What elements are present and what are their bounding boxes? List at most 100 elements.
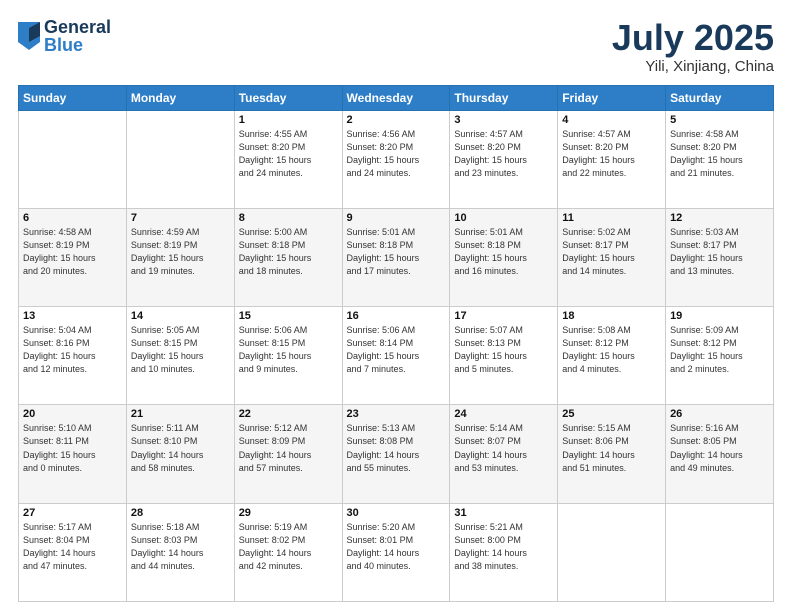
day-content: Sunrise: 5:21 AM Sunset: 8:00 PM Dayligh… <box>454 521 553 573</box>
logo-general: General <box>44 18 111 36</box>
weekday-header-row: SundayMondayTuesdayWednesdayThursdayFrid… <box>19 85 774 110</box>
day-content: Sunrise: 5:01 AM Sunset: 8:18 PM Dayligh… <box>347 226 446 278</box>
calendar-cell: 20 Sunrise: 5:10 AM Sunset: 8:11 PM Dayli… <box>19 405 127 503</box>
calendar-cell: 28Sunrise: 5:18 AM Sunset: 8:03 PM Dayli… <box>126 503 234 601</box>
calendar-cell: 19 Sunrise: 5:09 AM Sunset: 8:12 PM Dayli… <box>666 307 774 405</box>
day-content: Sunrise: 5:20 AM Sunset: 8:01 PM Dayligh… <box>347 521 446 573</box>
calendar-cell <box>558 503 666 601</box>
calendar-cell: 4 Sunrise: 4:57 AM Sunset: 8:20 PM Daylig… <box>558 110 666 208</box>
day-content: Sunrise: 5:02 AM Sunset: 8:17 PM Dayligh… <box>562 226 661 278</box>
day-content: Sunrise: 4:57 AM Sunset: 8:20 PM Dayligh… <box>454 128 553 180</box>
day-number: 16 <box>347 310 446 322</box>
day-content: Sunrise: 5:13 AM Sunset: 8:08 PM Dayligh… <box>347 422 446 474</box>
day-number: 24 <box>454 408 553 420</box>
day-number: 12 <box>670 212 769 224</box>
day-content: Sunrise: 5:07 AM Sunset: 8:13 PM Dayligh… <box>454 324 553 376</box>
day-number: 7 <box>131 212 230 224</box>
calendar-cell: 6Sunrise: 4:58 AM Sunset: 8:19 PM Daylig… <box>19 208 127 306</box>
calendar-cell: 13 Sunrise: 5:04 AM Sunset: 8:16 PM Dayli… <box>19 307 127 405</box>
calendar-cell: 24Sunrise: 5:14 AM Sunset: 8:07 PM Dayli… <box>450 405 558 503</box>
calendar-cell <box>666 503 774 601</box>
page: General Blue July 2025 Yili, Xinjiang, C… <box>0 0 792 612</box>
title-month: July 2025 <box>612 18 774 58</box>
day-content: Sunrise: 4:58 AM Sunset: 8:20 PM Dayligh… <box>670 128 769 180</box>
calendar-cell: 9 Sunrise: 5:01 AM Sunset: 8:18 PM Daylig… <box>342 208 450 306</box>
title-location: Yili, Xinjiang, China <box>612 58 774 75</box>
calendar-cell: 25Sunrise: 5:15 AM Sunset: 8:06 PM Dayli… <box>558 405 666 503</box>
day-content: Sunrise: 5:17 AM Sunset: 8:04 PM Dayligh… <box>23 521 122 573</box>
day-content: Sunrise: 5:09 AM Sunset: 8:12 PM Dayligh… <box>670 324 769 376</box>
calendar-cell: 11 Sunrise: 5:02 AM Sunset: 8:17 PM Dayli… <box>558 208 666 306</box>
calendar-cell: 16Sunrise: 5:06 AM Sunset: 8:14 PM Dayli… <box>342 307 450 405</box>
calendar-cell: 26 Sunrise: 5:16 AM Sunset: 8:05 PM Dayli… <box>666 405 774 503</box>
calendar-cell: 30 Sunrise: 5:20 AM Sunset: 8:01 PM Dayli… <box>342 503 450 601</box>
logo-blue: Blue <box>44 36 111 54</box>
day-content: Sunrise: 5:16 AM Sunset: 8:05 PM Dayligh… <box>670 422 769 474</box>
logo: General Blue <box>18 18 111 54</box>
calendar-cell <box>19 110 127 208</box>
calendar-cell: 12 Sunrise: 5:03 AM Sunset: 8:17 PM Dayli… <box>666 208 774 306</box>
day-number: 21 <box>131 408 230 420</box>
day-content: Sunrise: 5:11 AM Sunset: 8:10 PM Dayligh… <box>131 422 230 474</box>
calendar-cell: 21 Sunrise: 5:11 AM Sunset: 8:10 PM Dayli… <box>126 405 234 503</box>
calendar-cell: 7Sunrise: 4:59 AM Sunset: 8:19 PM Daylig… <box>126 208 234 306</box>
weekday-header-wednesday: Wednesday <box>342 85 450 110</box>
calendar-cell: 5Sunrise: 4:58 AM Sunset: 8:20 PM Daylig… <box>666 110 774 208</box>
weekday-header-monday: Monday <box>126 85 234 110</box>
day-number: 20 <box>23 408 122 420</box>
calendar-cell: 18Sunrise: 5:08 AM Sunset: 8:12 PM Dayli… <box>558 307 666 405</box>
day-content: Sunrise: 5:12 AM Sunset: 8:09 PM Dayligh… <box>239 422 338 474</box>
day-number: 26 <box>670 408 769 420</box>
day-content: Sunrise: 5:15 AM Sunset: 8:06 PM Dayligh… <box>562 422 661 474</box>
day-content: Sunrise: 5:08 AM Sunset: 8:12 PM Dayligh… <box>562 324 661 376</box>
day-number: 14 <box>131 310 230 322</box>
calendar-table: SundayMondayTuesdayWednesdayThursdayFrid… <box>18 85 774 602</box>
day-content: Sunrise: 4:57 AM Sunset: 8:20 PM Dayligh… <box>562 128 661 180</box>
calendar-week-1: 1Sunrise: 4:55 AM Sunset: 8:20 PM Daylig… <box>19 110 774 208</box>
day-content: Sunrise: 5:05 AM Sunset: 8:15 PM Dayligh… <box>131 324 230 376</box>
calendar-cell: 29 Sunrise: 5:19 AM Sunset: 8:02 PM Dayli… <box>234 503 342 601</box>
calendar-cell: 23 Sunrise: 5:13 AM Sunset: 8:08 PM Dayli… <box>342 405 450 503</box>
day-number: 23 <box>347 408 446 420</box>
day-content: Sunrise: 5:19 AM Sunset: 8:02 PM Dayligh… <box>239 521 338 573</box>
weekday-header-sunday: Sunday <box>19 85 127 110</box>
day-number: 2 <box>347 114 446 126</box>
calendar-cell: 8Sunrise: 5:00 AM Sunset: 8:18 PM Daylig… <box>234 208 342 306</box>
day-number: 13 <box>23 310 122 322</box>
calendar-cell: 14 Sunrise: 5:05 AM Sunset: 8:15 PM Dayli… <box>126 307 234 405</box>
calendar-week-3: 13 Sunrise: 5:04 AM Sunset: 8:16 PM Dayli… <box>19 307 774 405</box>
calendar-cell <box>126 110 234 208</box>
logo-text: General Blue <box>44 18 111 54</box>
weekday-header-tuesday: Tuesday <box>234 85 342 110</box>
day-number: 30 <box>347 507 446 519</box>
day-number: 27 <box>23 507 122 519</box>
day-number: 19 <box>670 310 769 322</box>
calendar-cell: 31 Sunrise: 5:21 AM Sunset: 8:00 PM Dayli… <box>450 503 558 601</box>
calendar-cell: 1Sunrise: 4:55 AM Sunset: 8:20 PM Daylig… <box>234 110 342 208</box>
day-content: Sunrise: 5:03 AM Sunset: 8:17 PM Dayligh… <box>670 226 769 278</box>
title-block: July 2025 Yili, Xinjiang, China <box>612 18 774 75</box>
day-content: Sunrise: 4:58 AM Sunset: 8:19 PM Dayligh… <box>23 226 122 278</box>
day-number: 22 <box>239 408 338 420</box>
calendar-cell: 22 Sunrise: 5:12 AM Sunset: 8:09 PM Dayli… <box>234 405 342 503</box>
calendar-cell: 15Sunrise: 5:06 AM Sunset: 8:15 PM Dayli… <box>234 307 342 405</box>
day-number: 29 <box>239 507 338 519</box>
calendar-cell: 2 Sunrise: 4:56 AM Sunset: 8:20 PM Daylig… <box>342 110 450 208</box>
day-number: 31 <box>454 507 553 519</box>
day-number: 10 <box>454 212 553 224</box>
day-content: Sunrise: 5:10 AM Sunset: 8:11 PM Dayligh… <box>23 422 122 474</box>
day-number: 11 <box>562 212 661 224</box>
day-number: 17 <box>454 310 553 322</box>
calendar-week-2: 6Sunrise: 4:58 AM Sunset: 8:19 PM Daylig… <box>19 208 774 306</box>
day-number: 4 <box>562 114 661 126</box>
day-content: Sunrise: 4:56 AM Sunset: 8:20 PM Dayligh… <box>347 128 446 180</box>
day-number: 3 <box>454 114 553 126</box>
calendar-week-5: 27 Sunrise: 5:17 AM Sunset: 8:04 PM Dayli… <box>19 503 774 601</box>
day-content: Sunrise: 5:01 AM Sunset: 8:18 PM Dayligh… <box>454 226 553 278</box>
day-content: Sunrise: 5:04 AM Sunset: 8:16 PM Dayligh… <box>23 324 122 376</box>
header: General Blue July 2025 Yili, Xinjiang, C… <box>18 18 774 75</box>
day-number: 28 <box>131 507 230 519</box>
day-number: 9 <box>347 212 446 224</box>
calendar-cell: 27 Sunrise: 5:17 AM Sunset: 8:04 PM Dayli… <box>19 503 127 601</box>
day-number: 15 <box>239 310 338 322</box>
